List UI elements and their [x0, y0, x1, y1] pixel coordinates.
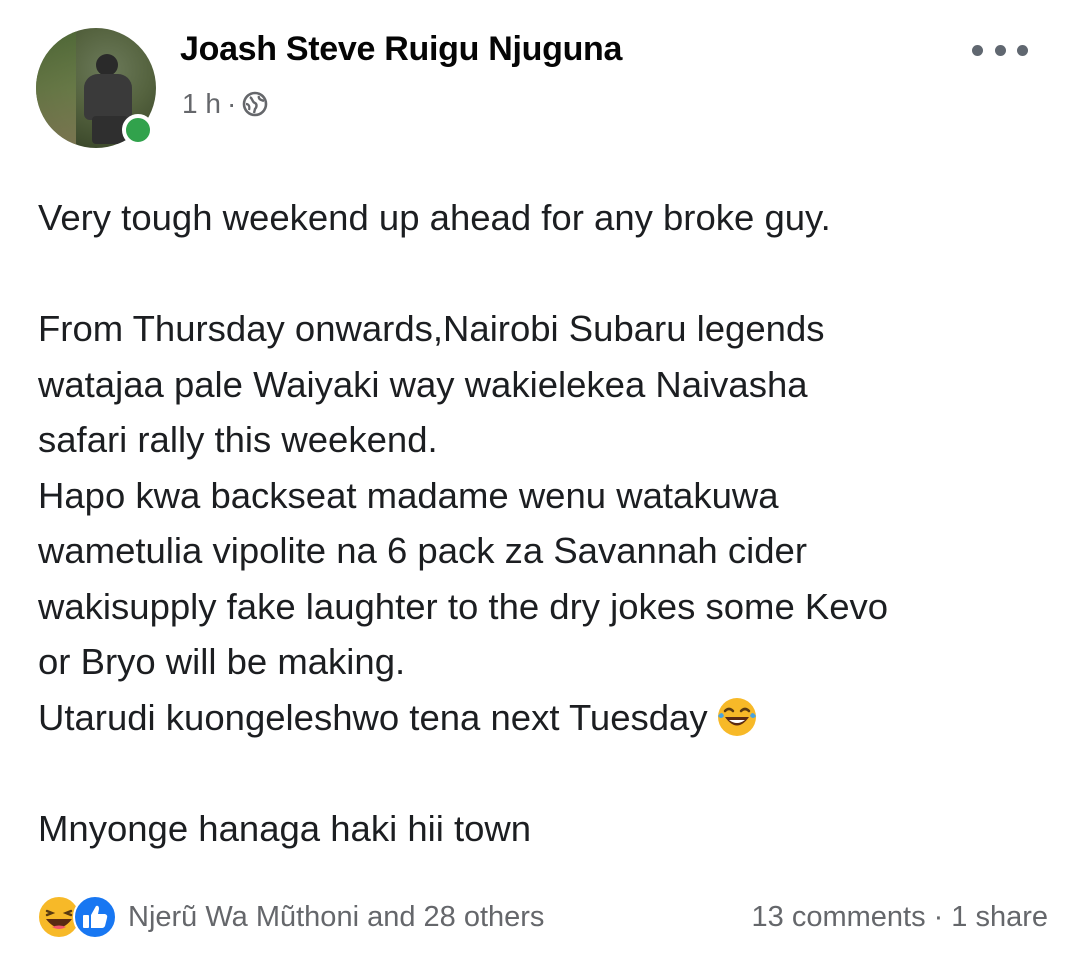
meta-separator: ·: [226, 88, 237, 119]
post-line: or Bryo will be making.: [38, 641, 406, 682]
reacted-by-link[interactable]: Njerũ Wa Mũthoni and 28 others: [128, 901, 544, 934]
like-reaction-icon: [73, 895, 117, 939]
more-dot: [972, 44, 983, 56]
footer-separator: ·: [933, 900, 944, 933]
online-status-indicator: [122, 114, 154, 146]
laughing-tears-emoji: [717, 697, 756, 736]
avatar-figure: [96, 54, 118, 76]
post-line: Very tough weekend up ahead for any brok…: [38, 197, 831, 238]
post-footer: Njerũ Wa Mũthoni and 28 others 13 commen…: [36, 892, 1048, 942]
post-line: watajaa pale Waiyaki way wakielekea Naiv…: [38, 363, 808, 405]
post-line-with-emoji: Utarudi kuongeleshwo tena next Tuesday: [38, 690, 1058, 746]
post-line: wakisupply fake laughter to the dry joke…: [38, 585, 889, 627]
more-dot: [1017, 44, 1028, 56]
avatar-background: [36, 28, 76, 148]
post-line: Mnyonge hanaga haki hii town: [38, 807, 532, 849]
comments-count-link[interactable]: 13 comments: [752, 901, 926, 934]
avatar-figure-body: [84, 74, 132, 120]
globe-icon[interactable]: [242, 91, 268, 117]
more-options-icon[interactable]: [972, 36, 1028, 64]
shares-count-link[interactable]: 1 share: [951, 901, 1048, 934]
post-timestamp[interactable]: 1 h: [182, 88, 221, 120]
post-meta: 1 h ·: [182, 88, 268, 120]
engagement-counts: 13 comments · 1 share: [752, 901, 1048, 934]
reaction-icons[interactable]: [36, 894, 118, 940]
post-line: Hapo kwa backseat madame wenu watakuwa: [38, 474, 779, 516]
facebook-post: Joash Steve Ruigu Njuguna 1 h · Very tou…: [0, 0, 1080, 964]
post-text: Very tough weekend up ahead for any brok…: [38, 190, 1058, 856]
post-line: safari rally this weekend.: [38, 419, 438, 460]
author-name[interactable]: Joash Steve Ruigu Njuguna: [180, 30, 622, 69]
post-line: wametulia vipolite na 6 pack za Savannah…: [38, 530, 807, 571]
post-line: From Thursday onwards,Nairobi Subaru leg…: [38, 308, 825, 349]
more-dot: [994, 44, 1006, 56]
post-line: Utarudi kuongeleshwo tena next Tuesday: [38, 696, 708, 738]
